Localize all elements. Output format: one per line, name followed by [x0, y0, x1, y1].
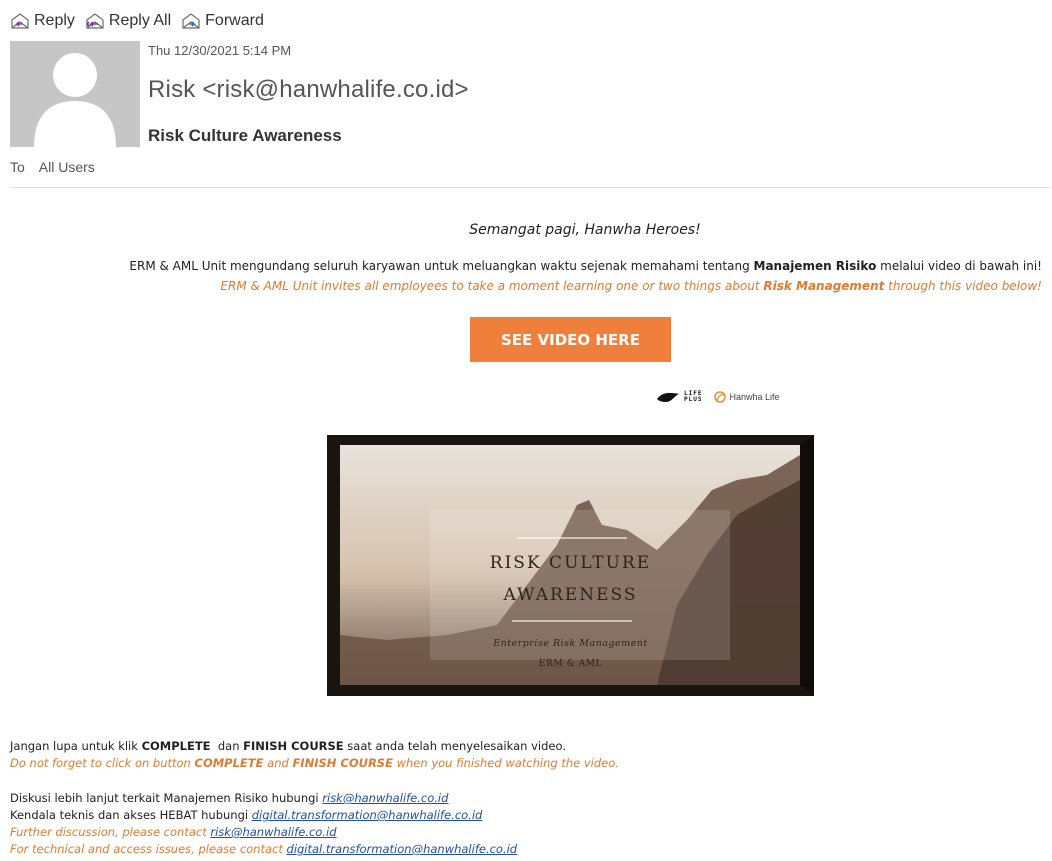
lifeplus-line2: PLUS: [684, 396, 703, 403]
message-toolbar: Reply Reply All Forward: [10, 10, 264, 32]
reminder-en-finish: FINISH COURSE: [292, 756, 393, 770]
brand-logos: LIFE PLUS Hanwha Life: [656, 391, 780, 403]
forward-button[interactable]: Forward: [181, 12, 264, 30]
lifeplus-mark-icon: [657, 392, 679, 402]
risk-email-link[interactable]: risk@hanwhalife.co.id: [322, 791, 448, 805]
digital-email-link-en[interactable]: digital.transformation@hanwhalife.co.id: [287, 842, 518, 856]
hanwha-logo: Hanwha Life: [714, 391, 780, 403]
risk-email-link-en[interactable]: risk@hanwhalife.co.id: [210, 825, 336, 839]
header-divider: [10, 187, 1050, 188]
see-video-button[interactable]: SEE VIDEO HERE: [470, 317, 671, 362]
intro-en-pre: ERM & AML Unit invites all employees to …: [220, 279, 764, 293]
reminder-en-complete: COMPLETE: [194, 756, 264, 770]
intro-id-bold: Manajemen Risiko: [753, 259, 877, 273]
hanwha-logo-text: Hanwha Life: [729, 392, 780, 402]
reminder-id-finish: FINISH COURSE: [243, 739, 344, 753]
digital-email-link[interactable]: digital.transformation@hanwhalife.co.id: [252, 808, 483, 822]
reminder-indonesian: Jangan lupa untuk klik COMPLETE dan FINI…: [10, 739, 566, 753]
intro-indonesian: ERM & AML Unit mengundang seluruh karyaw…: [129, 259, 1042, 273]
contact-id-text-2: Kendala teknis dan akses HEBAT hubungi: [10, 808, 252, 822]
banner-title-line2: AWARENESS: [503, 585, 638, 605]
sender-name[interactable]: Risk <risk@hanwhalife.co.id>: [148, 76, 469, 104]
video-thumbnail[interactable]: RISK CULTURE AWARENESS Enterprise Risk M…: [327, 435, 814, 696]
intro-en-post: through this video below!: [884, 279, 1042, 293]
intro-en-bold: Risk Management: [763, 279, 885, 293]
forward-label: Forward: [205, 12, 264, 29]
contact-en-text-2: For technical and access issues, please …: [10, 842, 287, 856]
email-subject: Risk Culture Awareness: [148, 126, 342, 145]
reminder-en-text-2: and: [263, 756, 293, 770]
intro-id-post: melalui video di bawah ini!: [876, 259, 1042, 273]
contact-en-text-1: Further discussion, please contact: [10, 825, 211, 839]
contact-risk-indonesian: Diskusi lebih lanjut terkait Manajemen R…: [10, 791, 448, 805]
sent-date: Thu 12/30/2021 5:14 PM: [148, 43, 292, 58]
recipients-row: To All Users: [10, 159, 95, 175]
reminder-id-text-2: dan: [210, 739, 244, 753]
reply-button[interactable]: Reply: [10, 12, 75, 30]
intro-id-pre: ERM & AML Unit mengundang seluruh karyaw…: [129, 259, 754, 273]
person-silhouette-icon: [10, 41, 140, 147]
contact-tech-english: For technical and access issues, please …: [10, 842, 517, 856]
reply-all-icon: [85, 13, 104, 29]
reminder-id-text-3: saat anda telah menyelesaikan video.: [343, 739, 566, 753]
hanwha-mark-icon: [714, 391, 727, 403]
contact-tech-indonesian: Kendala teknis dan akses HEBAT hubungi d…: [10, 808, 482, 822]
banner-unit: ERM & AML: [538, 659, 603, 669]
sender-avatar: [10, 41, 140, 147]
lifeplus-logo: LIFE PLUS: [656, 391, 702, 403]
banner-subtitle: Enterprise Risk Management: [493, 638, 648, 649]
reminder-id-text-1: Jangan lupa untuk klik: [10, 739, 142, 753]
contact-id-text-1: Diskusi lebih lanjut terkait Manajemen R…: [10, 791, 323, 805]
banner-title-line1: RISK CULTURE: [489, 553, 652, 573]
reminder-english: Do not forget to click on button COMPLET…: [10, 756, 619, 770]
to-label: To: [10, 159, 25, 175]
reply-icon: [11, 13, 29, 29]
reminder-en-text-3: when you finished watching the video.: [392, 756, 619, 770]
to-recipients[interactable]: All Users: [39, 159, 95, 175]
reminder-id-complete: COMPLETE: [141, 739, 211, 753]
reply-all-label: Reply All: [108, 12, 172, 29]
reply-label: Reply: [34, 12, 75, 29]
contact-risk-english: Further discussion, please contact risk@…: [10, 825, 337, 839]
greeting-text: Semangat pagi, Hanwha Heroes!: [469, 222, 701, 238]
forward-icon: [182, 13, 200, 29]
intro-english: ERM & AML Unit invites all employees to …: [220, 279, 1042, 293]
reply-all-button[interactable]: Reply All: [85, 12, 171, 30]
reminder-en-text-1: Do not forget to click on button: [10, 756, 195, 770]
